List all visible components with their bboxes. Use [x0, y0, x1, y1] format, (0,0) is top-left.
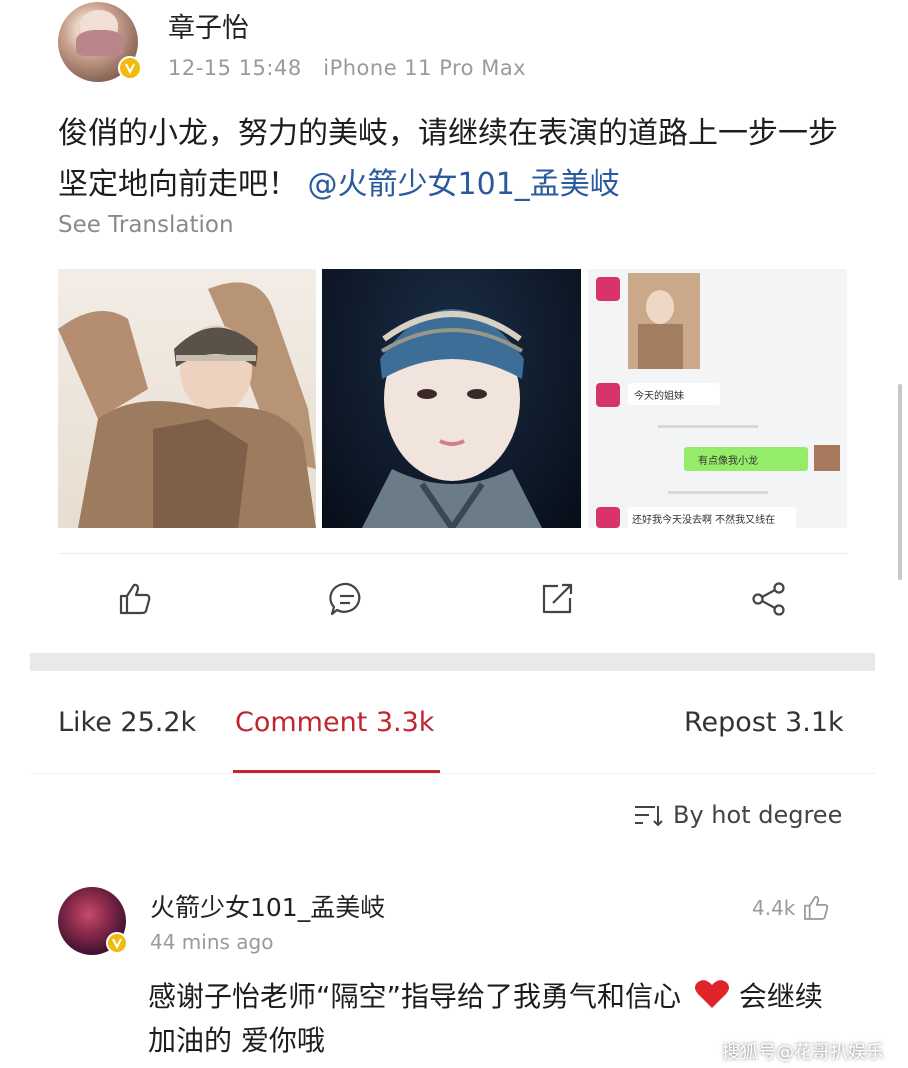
comment-like-button[interactable]: 4.4k — [752, 893, 831, 923]
like-icon[interactable] — [116, 580, 154, 618]
watermark: 搜狐号@花哥扒娱乐 — [722, 1042, 884, 1063]
post-image-2[interactable] — [322, 269, 581, 528]
share-icon[interactable] — [750, 580, 788, 618]
comment-body: 感谢子怡老师“隔空”指导给了我勇气和信心 — [148, 980, 682, 1013]
verified-badge-icon — [118, 56, 142, 80]
comment-icon[interactable] — [328, 580, 366, 618]
repost-icon[interactable] — [538, 580, 576, 618]
tab-like[interactable]: Like 25.2k — [58, 707, 196, 738]
post-author-name[interactable]: 章子怡 — [168, 6, 249, 45]
see-translation-link[interactable]: See Translation — [58, 212, 234, 238]
post-meta: 12-15 15:48 iPhone 11 Pro Max — [168, 56, 526, 80]
sort-label: By hot degree — [673, 801, 843, 829]
sort-selector[interactable]: By hot degree — [633, 801, 842, 829]
tabs-divider — [30, 773, 875, 774]
post-image-1[interactable] — [58, 269, 316, 528]
commenter-name[interactable]: 火箭少女101_孟美岐 — [150, 888, 385, 924]
post-image-3-chat-screenshot[interactable]: 今天的姐妹 有点像我小龙 还好我今天没去啊 不然我又线在 — [588, 269, 847, 528]
tab-comment[interactable]: Comment 3.3k — [235, 707, 434, 738]
red-heart-icon — [694, 980, 729, 1008]
verified-badge-icon — [106, 932, 128, 954]
sort-icon — [635, 806, 663, 827]
chat-text-1: 今天的姐妹 — [634, 389, 684, 402]
divider — [58, 553, 848, 554]
chat-text-2: 有点像我小龙 — [698, 454, 758, 467]
scrollbar[interactable] — [898, 384, 902, 580]
tab-repost[interactable]: Repost 3.1k — [684, 707, 844, 738]
mention-link[interactable]: @火箭少女101_孟美岐 — [308, 167, 620, 202]
post-device: iPhone 11 Pro Max — [323, 56, 527, 80]
post-timestamp: 12-15 15:48 — [168, 56, 302, 80]
chat-text-3: 还好我今天没去啊 不然我又线在 — [632, 513, 775, 526]
comment-time: 44 mins ago — [150, 930, 274, 954]
section-separator — [30, 653, 875, 671]
comment-like-count: 4.4k — [752, 896, 796, 920]
post-text: 俊俏的小龙，努力的美岐，请继续在表演的道路上一步一步坚定地向前走吧！ @火箭少女… — [58, 108, 848, 210]
like-icon — [804, 895, 829, 920]
